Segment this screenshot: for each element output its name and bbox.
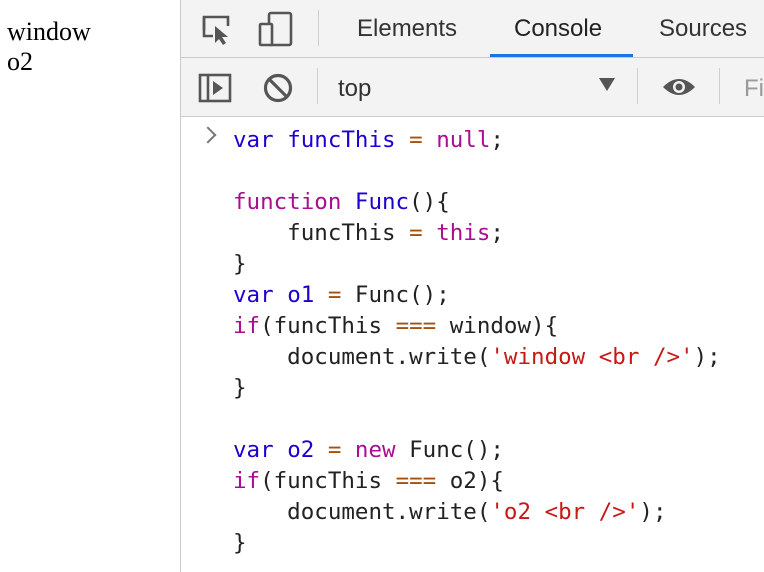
tab-separator — [318, 10, 319, 46]
code-token: === — [395, 313, 437, 339]
code-token: ; — [490, 220, 504, 246]
code-line: function Func(){ — [233, 187, 450, 218]
console-toolbar: top Fi — [181, 58, 764, 117]
code-line: var o1 = Func(); — [233, 280, 450, 311]
code-token: function — [233, 189, 342, 215]
code-token: o1 — [287, 282, 315, 308]
code-token: ); — [693, 344, 721, 370]
code-token: this — [436, 220, 491, 246]
code-token: var — [233, 437, 274, 463]
prompt-chevron-icon — [199, 126, 217, 144]
code-token: null — [436, 127, 491, 153]
code-token: 'o2 <br />' — [490, 499, 640, 525]
code-line: } — [233, 528, 247, 559]
toolbar-separator — [719, 68, 720, 104]
code-token: document.write( — [233, 499, 491, 525]
code-token: (){ — [409, 189, 450, 215]
code-token: } — [233, 530, 247, 556]
code-token: === — [395, 468, 437, 494]
code-line: if(funcThis === o2){ — [233, 466, 504, 497]
code-token: o2){ — [436, 468, 504, 494]
page-text-line: window — [7, 17, 91, 46]
code-token: (funcThis — [260, 468, 396, 494]
eye-icon[interactable] — [661, 75, 697, 99]
code-token: var — [233, 127, 274, 153]
console-output[interactable]: var funcThis = null; function Func(){ fun… — [181, 117, 764, 572]
code-line: if(funcThis === window){ — [233, 311, 558, 342]
code-token: } — [233, 375, 247, 401]
code-token: Func(); — [341, 282, 450, 308]
code-token: = — [409, 127, 423, 153]
code-token: (funcThis — [260, 313, 396, 339]
code-token: window){ — [436, 313, 559, 339]
code-token: = — [409, 220, 423, 246]
code-line: funcThis = this; — [233, 218, 504, 249]
code-token: if — [233, 468, 261, 494]
code-token: funcThis — [287, 127, 396, 153]
inspect-element-icon[interactable] — [200, 12, 234, 46]
code-token: ); — [639, 499, 667, 525]
context-selector[interactable]: top — [338, 58, 371, 116]
code-token: = — [327, 282, 342, 308]
code-line: } — [233, 249, 247, 280]
active-tab-indicator — [490, 54, 633, 57]
toolbar-separator — [637, 68, 638, 104]
code-token: funcThis — [233, 220, 410, 246]
tab-console[interactable]: Console — [514, 0, 602, 57]
code-line: var o2 = new Func(); — [233, 435, 504, 466]
sidebar-toggle-icon[interactable] — [198, 73, 232, 103]
code-token: ; — [490, 127, 504, 153]
code-line: } — [233, 373, 247, 404]
code-token: } — [233, 251, 247, 277]
toolbar-separator — [317, 68, 318, 104]
page-text-line: o2 — [7, 47, 33, 76]
clear-console-icon[interactable] — [262, 72, 294, 104]
device-toolbar-icon[interactable] — [255, 10, 295, 48]
code-line: document.write('o2 <br />'); — [233, 497, 667, 528]
code-token: = — [327, 437, 342, 463]
code-token: Func(); — [395, 437, 504, 463]
code-line: var funcThis = null; — [233, 125, 504, 156]
devtools-tabbar: Elements Console Sources — [181, 0, 764, 58]
code-token: var — [233, 282, 274, 308]
code-token: new — [354, 437, 396, 463]
code-token: o2 — [287, 437, 315, 463]
code-token: Func — [354, 189, 410, 215]
code-token: if — [233, 313, 261, 339]
tab-sources[interactable]: Sources — [659, 0, 747, 57]
code-token: 'window <br />' — [490, 344, 694, 370]
devtools-panel: Elements Console Sources top Fi var func… — [181, 0, 764, 572]
code-line: document.write('window <br />'); — [233, 342, 721, 373]
page-viewport: window o2 — [0, 0, 180, 572]
code-token: document.write( — [233, 344, 491, 370]
filter-input[interactable]: Fi — [744, 58, 764, 120]
tab-elements[interactable]: Elements — [357, 0, 457, 57]
dropdown-arrow-icon[interactable] — [599, 78, 615, 91]
